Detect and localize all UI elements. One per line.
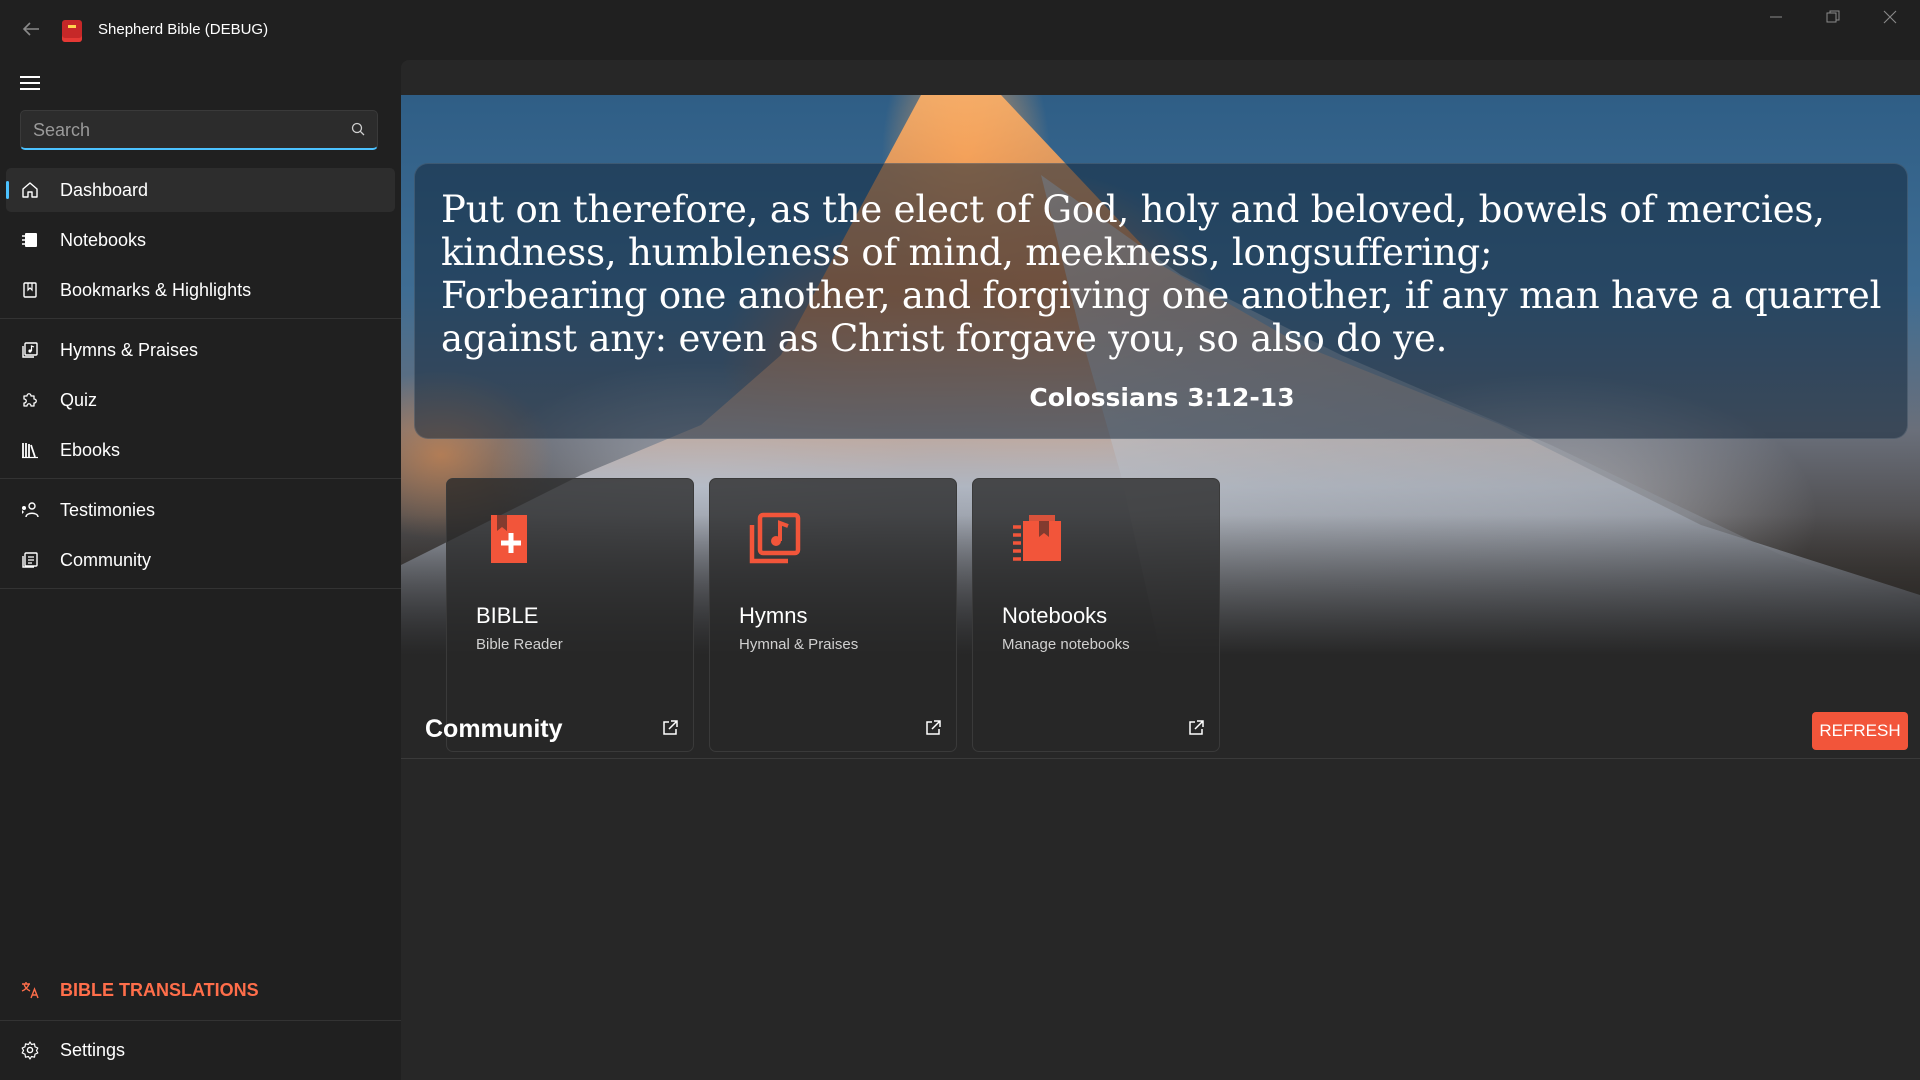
minimize-icon[interactable] (1753, 8, 1799, 32)
refresh-button[interactable]: REFRESH (1812, 712, 1908, 750)
music-library-icon (749, 512, 801, 564)
section-divider (401, 758, 1920, 759)
nav-item-community[interactable]: Community (6, 538, 395, 582)
bible-add-icon (491, 515, 527, 563)
tile-title: Notebooks (1002, 603, 1108, 628)
nav-label: Testimonies (60, 500, 156, 520)
title-bar: Shepherd Bible (DEBUG) (0, 0, 1920, 60)
nav-label: Hymns & Praises (60, 340, 199, 360)
tile-subtitle: Manage notebooks (1002, 636, 1130, 653)
hamburger-menu-icon[interactable] (20, 74, 42, 92)
nav-item-hymns[interactable]: Hymns & Praises (6, 328, 395, 372)
open-external-icon[interactable] (1187, 719, 1205, 737)
back-arrow-icon[interactable] (18, 18, 44, 42)
nav-label: BIBLE TRANSLATIONS (60, 980, 259, 1000)
nav-label: Quiz (60, 390, 98, 410)
search-input[interactable] (31, 117, 335, 143)
nav-item-testimonies[interactable]: Testimonies (6, 488, 395, 532)
verse-card: Put on therefore, as the elect of God, h… (414, 163, 1908, 439)
translate-icon (21, 982, 39, 999)
search-box[interactable] (20, 110, 378, 150)
verse-reference: Colossians 3:12-13 (1029, 383, 1295, 412)
nav-item-dashboard[interactable]: Dashboard (6, 168, 395, 212)
close-icon[interactable] (1867, 8, 1913, 32)
verse-line: Forbearing one another, and forgiving on… (441, 274, 1882, 360)
verse-line: Put on therefore, as the elect of God, h… (441, 188, 1825, 274)
library-icon (22, 443, 38, 459)
nav-item-quiz[interactable]: Quiz (6, 378, 395, 422)
nav-item-notebooks[interactable]: Notebooks (6, 218, 395, 262)
bookmark-icon (23, 282, 37, 298)
tile-notebooks[interactable]: Notebooks Manage notebooks (972, 478, 1220, 752)
window-title: Shepherd Bible (DEBUG) (98, 21, 269, 38)
people-icon (22, 502, 39, 518)
notebook-icon (22, 233, 37, 247)
tile-subtitle: Bible Reader (476, 636, 563, 653)
main-content: Put on therefore, as the elect of God, h… (401, 60, 1920, 1080)
nav-item-settings[interactable]: Settings (6, 1028, 395, 1072)
gear-icon (21, 1041, 39, 1060)
tile-hymns[interactable]: Hymns Hymnal & Praises (709, 478, 957, 752)
news-icon (22, 552, 38, 568)
search-icon[interactable] (351, 122, 365, 136)
sidebar-divider (0, 318, 401, 319)
home-icon (22, 182, 38, 198)
sidebar-divider (0, 478, 401, 479)
music-book-icon (22, 342, 38, 358)
nav-label: Bookmarks & Highlights (60, 280, 252, 300)
open-external-icon[interactable] (661, 719, 679, 737)
tile-title: Hymns (739, 603, 808, 628)
nav-label: Settings (60, 1040, 126, 1060)
bible-translations-button[interactable]: BIBLE TRANSLATIONS (6, 968, 395, 1012)
tile-bible[interactable]: BIBLE Bible Reader (446, 478, 694, 752)
verse-text: Put on therefore, as the elect of God, h… (441, 188, 1891, 360)
nav-label: Notebooks (60, 230, 147, 250)
tile-title: BIBLE (476, 603, 539, 628)
open-external-icon[interactable] (924, 719, 942, 737)
app-logo-icon (62, 20, 82, 42)
nav-label: Dashboard (60, 180, 149, 200)
sidebar: Dashboard Notebooks Bookmarks & Highligh… (0, 60, 401, 1080)
tile-subtitle: Hymnal & Praises (739, 636, 859, 653)
nav-item-bookmarks[interactable]: Bookmarks & Highlights (6, 268, 395, 312)
puzzle-icon (23, 393, 37, 407)
nav-label: Ebooks (60, 440, 121, 460)
sidebar-divider (0, 1020, 401, 1021)
notebook-stack-icon (1013, 515, 1061, 561)
nav-item-ebooks[interactable]: Ebooks (6, 428, 395, 472)
sidebar-divider (0, 588, 401, 589)
restore-icon[interactable] (1810, 8, 1856, 32)
nav-label: Community (60, 550, 152, 570)
community-section-title: Community (425, 715, 563, 743)
